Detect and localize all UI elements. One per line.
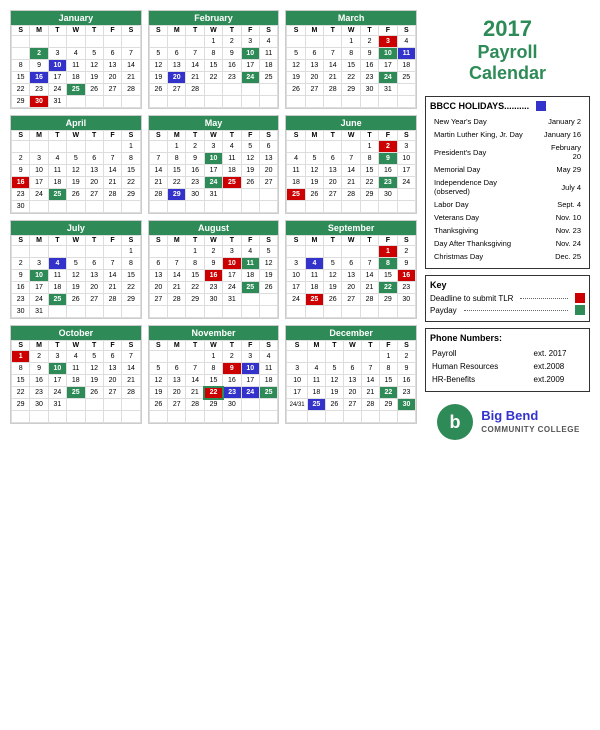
phone-table: Payrollext. 2017 Human Resourcesext.2008… (430, 346, 585, 387)
list-item: Veterans DayNov. 10 (432, 212, 583, 223)
april-header: April (11, 116, 141, 130)
key-box: Key Deadline to submit TLR Payday (425, 275, 590, 322)
dept-ext: ext. 2017 (534, 348, 583, 359)
payroll-title: Payroll (429, 42, 586, 63)
dept-name: Payroll (432, 348, 532, 359)
holiday-table: New Year's DayJanuary 2 Martin Luther Ki… (430, 114, 585, 264)
holiday-name: Veterans Day (432, 212, 537, 223)
cal-july: July SMTWTFS 1 2345678 9101112131415 161… (10, 220, 142, 319)
calendar-title: Calendar (429, 63, 586, 84)
june-header: June (286, 116, 416, 130)
deadline-key-item: Deadline to submit TLR (430, 293, 585, 303)
cal-march: March SMTWTFS 1234 567891011 12131415161… (285, 10, 417, 109)
list-item: President's DayFebruary 20 (432, 142, 583, 162)
deadline-label: Deadline to submit TLR (430, 294, 513, 303)
dotted-line-2 (464, 310, 568, 311)
holidays-title: BBCC HOLIDAYS.......... (430, 101, 585, 111)
list-item: New Year's DayJanuary 2 (432, 116, 583, 127)
calendar-row-1: January SMTWTFS 234567 891011121314 1516… (10, 10, 417, 109)
holiday-date: Nov. 10 (539, 212, 583, 223)
list-item: Martin Luther King, Jr. DayJanuary 16 (432, 129, 583, 140)
list-item: ThanksgivingNov. 23 (432, 225, 583, 236)
dotted-line (520, 298, 568, 299)
dept-name: HR-Benefits (432, 374, 532, 385)
svg-text:b: b (450, 412, 461, 432)
march-header: March (286, 11, 416, 25)
november-header: November (149, 326, 279, 340)
january-header: January (11, 11, 141, 25)
list-item: Human Resourcesext.2008 (432, 361, 583, 372)
cal-february: February SMTWTFS 1234 567891011 12131415… (148, 10, 280, 109)
holiday-name: Memorial Day (432, 164, 537, 175)
holiday-date: Dec. 25 (539, 251, 583, 262)
key-title: Key (430, 280, 585, 290)
holiday-date: Nov. 24 (539, 238, 583, 249)
may-header: May (149, 116, 279, 130)
list-item: Memorial DayMay 29 (432, 164, 583, 175)
october-header: October (11, 326, 141, 340)
september-header: September (286, 221, 416, 235)
deadline-color (575, 293, 585, 303)
july-header: July (11, 221, 141, 235)
dept-ext: ext.2008 (534, 361, 583, 372)
dept-ext: ext.2009 (534, 374, 583, 385)
holiday-date: January 16 (539, 129, 583, 140)
calendars-section: January SMTWTFS 234567 891011121314 1516… (10, 10, 417, 446)
holiday-date: May 29 (539, 164, 583, 175)
holidays-label: BBCC HOLIDAYS.......... (430, 101, 532, 111)
phone-box: Phone Numbers: Payrollext. 2017 Human Re… (425, 328, 590, 392)
holiday-name: New Year's Day (432, 116, 537, 127)
payday-key-item: Payday (430, 305, 585, 315)
cal-april: April SMTWTFS 1 2345678 9101112131415 16… (10, 115, 142, 214)
list-item: Independence Day (observed)July 4 (432, 177, 583, 197)
february-header: February (149, 11, 279, 25)
cal-october: October SMTWTFS 1234567 891011121314 151… (10, 325, 142, 424)
holiday-date: January 2 (539, 116, 583, 127)
holiday-name: Christmas Day (432, 251, 537, 262)
holiday-name: Martin Luther King, Jr. Day (432, 129, 537, 140)
cal-december: December SMTWTFS 12 3456789 101112131415… (285, 325, 417, 424)
list-item: Payrollext. 2017 (432, 348, 583, 359)
sidebar: 2017 Payroll Calendar BBCC HOLIDAYS.....… (425, 10, 590, 446)
list-item: HR-Benefitsext.2009 (432, 374, 583, 385)
cal-january: January SMTWTFS 234567 891011121314 1516… (10, 10, 142, 109)
cal-may: May SMTWTFS 123456 78910111213 141516171… (148, 115, 280, 214)
calendar-row-2: April SMTWTFS 1 2345678 9101112131415 16… (10, 115, 417, 214)
title-block: 2017 Payroll Calendar (425, 10, 590, 90)
logo-box: b Big Bend COMMUNITY COLLEGE (425, 398, 590, 446)
logo-text: Big Bend COMMUNITY COLLEGE (481, 408, 580, 435)
cal-september: September SMTWTFS 12 3456789 10111213141… (285, 220, 417, 319)
december-header: December (286, 326, 416, 340)
cal-august: August SMTWTFS 12345 6789101112 13141516… (148, 220, 280, 319)
cal-june: June SMTWTFS 123 45678910 11121314151617… (285, 115, 417, 214)
holiday-name: President's Day (432, 142, 537, 162)
list-item: Day After ThanksgivingNov. 24 (432, 238, 583, 249)
list-item: Christmas DayDec. 25 (432, 251, 583, 262)
holiday-name: Labor Day (432, 199, 537, 210)
holiday-date: Sept. 4 (539, 199, 583, 210)
logo-icon: b (435, 402, 475, 442)
dept-name: Human Resources (432, 361, 532, 372)
list-item: Labor DaySept. 4 (432, 199, 583, 210)
page-wrapper: January SMTWTFS 234567 891011121314 1516… (10, 10, 590, 446)
holiday-name: Day After Thanksgiving (432, 238, 537, 249)
august-header: August (149, 221, 279, 235)
payday-label: Payday (430, 306, 457, 315)
holidays-box: BBCC HOLIDAYS.......... New Year's DayJa… (425, 96, 590, 269)
cal-november: November SMTWTFS 1234 567891011 12131415… (148, 325, 280, 424)
calendar-row-3: July SMTWTFS 1 2345678 9101112131415 161… (10, 220, 417, 319)
holiday-name: Independence Day (observed) (432, 177, 537, 197)
holiday-color-key (536, 101, 546, 111)
phone-title: Phone Numbers: (430, 333, 585, 343)
holiday-date: Nov. 23 (539, 225, 583, 236)
holiday-date: February 20 (539, 142, 583, 162)
calendar-row-4: October SMTWTFS 1234567 891011121314 151… (10, 325, 417, 424)
year-title: 2017 (429, 16, 586, 42)
payday-color (575, 305, 585, 315)
holiday-name: Thanksgiving (432, 225, 537, 236)
holiday-date: July 4 (539, 177, 583, 197)
